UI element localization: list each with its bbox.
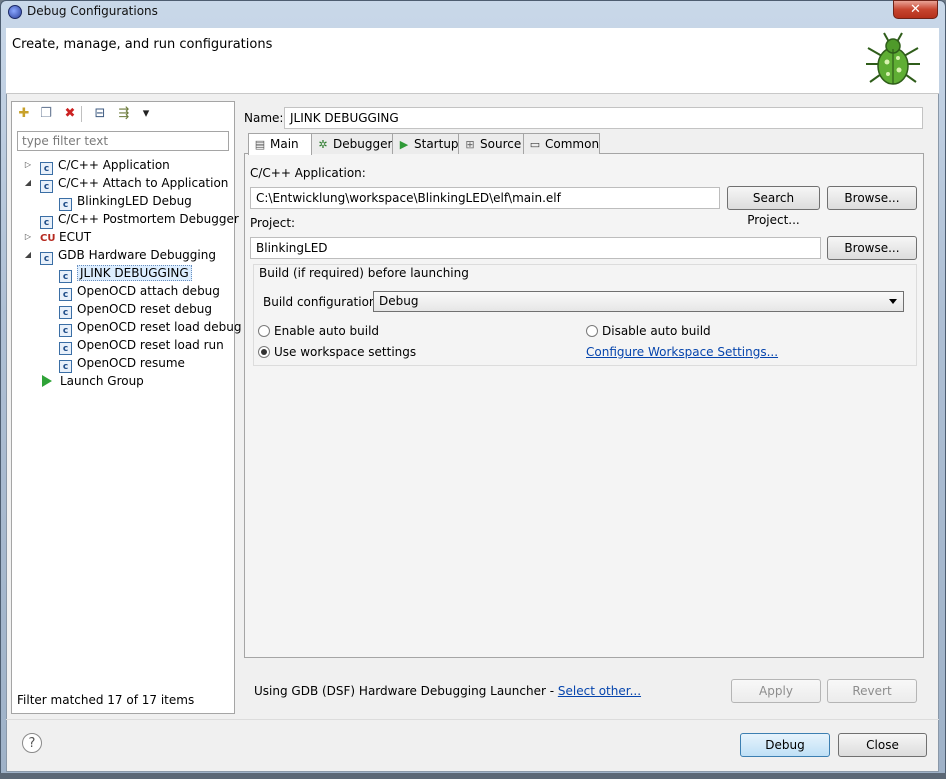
tree-item-label: BlinkingLED Debug: [77, 194, 192, 208]
revert-button[interactable]: Revert: [827, 679, 917, 703]
tree-toolbar: ✚ ❐ ✖ ⊟ ⇶ ▾: [15, 104, 165, 124]
tree-item-label: C/C++ Postmortem Debugger: [58, 212, 239, 226]
tree-item[interactable]: c OpenOCD reset load debug: [59, 318, 242, 337]
tree-item-label: OpenOCD attach debug: [77, 284, 220, 298]
tree-item[interactable]: ◢ c C/C++ Attach to Application: [25, 174, 229, 193]
tree-item[interactable]: c OpenOCD attach debug: [59, 282, 220, 301]
project-label: Project:: [250, 216, 296, 230]
disable-auto-build-radio[interactable]: [586, 325, 598, 337]
toolbar-separator: [81, 106, 82, 122]
use-workspace-settings-radio[interactable]: [258, 346, 270, 358]
tab-debugger[interactable]: ✲ Debugger: [311, 133, 393, 154]
name-field[interactable]: JLINK DEBUGGING: [284, 107, 923, 129]
debug-bug-icon: [866, 32, 920, 85]
window-close-button[interactable]: ✕: [893, 0, 938, 19]
tree-item[interactable]: ▷ c C/C++ Application: [25, 156, 170, 175]
use-workspace-settings-label: Use workspace settings: [274, 345, 417, 359]
debug-button[interactable]: Debug: [740, 733, 830, 757]
name-label: Name:: [244, 111, 284, 125]
header-title: Create, manage, and run configurations: [12, 37, 273, 52]
application-field[interactable]: C:\Entwicklung\workspace\BlinkingLED\elf…: [250, 187, 720, 209]
project-browse-button[interactable]: Browse...: [827, 236, 917, 260]
tree-item-label: Launch Group: [60, 374, 144, 388]
configure-workspace-settings-link[interactable]: Configure Workspace Settings...: [586, 345, 778, 359]
collapse-all-icon[interactable]: ⊟: [91, 105, 109, 123]
launch-group-icon: [42, 375, 52, 387]
chevron-down-icon: [889, 299, 897, 304]
tab-label: Startup: [414, 137, 459, 151]
tab-label: Source: [480, 137, 522, 151]
tree-item-label: C/C++ Application: [58, 158, 170, 172]
filter-status: Filter matched 17 of 17 items: [17, 693, 195, 707]
tree-item[interactable]: c JLINK DEBUGGING: [59, 264, 192, 283]
tree-item[interactable]: c OpenOCD reset debug: [59, 300, 212, 319]
tree-item[interactable]: ▷ CU ECUT: [25, 228, 92, 246]
window-title: Debug Configurations: [27, 4, 158, 18]
filter-icon[interactable]: ⇶: [115, 105, 133, 123]
search-project-button[interactable]: Search Project...: [727, 186, 820, 227]
launcher-info: Using GDB (DSF) Hardware Debugging Launc…: [254, 684, 641, 698]
tree-item[interactable]: c C/C++ Postmortem Debugger: [40, 210, 239, 229]
duplicate-icon[interactable]: ❐: [37, 105, 55, 123]
new-launch-configuration-icon[interactable]: ✚: [15, 105, 33, 123]
collapse-icon[interactable]: ◢: [23, 174, 33, 192]
taskbar-edge: [0, 773, 946, 779]
build-configuration-label: Build configuration:: [263, 295, 381, 309]
tab-startup[interactable]: ▶ Startup: [392, 133, 459, 154]
tree-item-label: C/C++ Attach to Application: [58, 176, 229, 190]
tab-strip: ▤ Main ✲ Debugger ▶ Startup ⊞ Source ▭ Common: [244, 133, 924, 155]
tab-source[interactable]: ⊞ Source: [458, 133, 524, 154]
expand-icon[interactable]: ▷: [23, 156, 33, 174]
tab-label: Main: [270, 137, 299, 151]
build-group-label: Build (if required) before launching: [259, 266, 469, 280]
tree-item[interactable]: ◢ c GDB Hardware Debugging: [25, 246, 216, 265]
application-label: C/C++ Application:: [250, 166, 366, 180]
project-field[interactable]: BlinkingLED: [250, 237, 821, 259]
chevron-down-icon[interactable]: ▾: [137, 105, 155, 123]
enable-auto-build-radio[interactable]: [258, 325, 270, 337]
help-icon[interactable]: ?: [22, 733, 42, 753]
tab-label: Debugger: [333, 137, 393, 151]
c-config-icon: c: [40, 252, 53, 265]
collapse-icon[interactable]: ◢: [23, 246, 33, 264]
tree-item[interactable]: c OpenOCD reset load run: [59, 336, 224, 355]
common-icon: ▭: [529, 138, 541, 151]
footer-separator: [6, 719, 939, 720]
tree-item-label: OpenOCD reset load debug: [77, 320, 242, 334]
tree-item[interactable]: c OpenOCD resume: [59, 354, 185, 373]
filter-input[interactable]: [17, 131, 229, 151]
application-browse-button[interactable]: Browse...: [827, 186, 917, 210]
eclipse-icon: [8, 5, 22, 19]
tree-item[interactable]: Launch Group: [40, 372, 144, 390]
disable-auto-build-label: Disable auto build: [602, 324, 711, 338]
apply-button[interactable]: Apply: [731, 679, 821, 703]
tree-item-label: ECUT: [59, 230, 92, 244]
build-configuration-select[interactable]: Debug: [373, 291, 904, 312]
tree-item-label: JLINK DEBUGGING: [77, 265, 192, 281]
tree-item-label: OpenOCD reset load run: [77, 338, 224, 352]
configuration-tree: ▷ c C/C++ Application ◢ c C/C++ Attach to App…: [15, 156, 242, 396]
expand-icon[interactable]: ▷: [23, 228, 33, 246]
tree-item-label: OpenOCD resume: [77, 356, 185, 370]
main-tab-icon: ▤: [254, 138, 266, 151]
tab-content-main: [244, 153, 924, 658]
source-icon: ⊞: [465, 138, 475, 151]
startup-play-icon: ▶: [399, 138, 409, 151]
tree-item-label: GDB Hardware Debugging: [58, 248, 216, 262]
tab-main[interactable]: ▤ Main: [248, 133, 312, 155]
tree-item-label: OpenOCD reset debug: [77, 302, 212, 316]
build-configuration-value: Debug: [379, 294, 419, 308]
delete-icon[interactable]: ✖: [61, 105, 79, 123]
launcher-text: Using GDB (DSF) Hardware Debugging Launc…: [254, 684, 558, 698]
tab-label: Common: [545, 137, 600, 151]
tree-item[interactable]: c BlinkingLED Debug: [59, 192, 192, 211]
enable-auto-build-label: Enable auto build: [274, 324, 380, 338]
close-button[interactable]: Close: [838, 733, 927, 757]
select-other-link[interactable]: Select other...: [558, 684, 641, 698]
debugger-bug-icon: ✲: [318, 138, 328, 151]
tab-common[interactable]: ▭ Common: [523, 133, 600, 154]
c-config-icon: c: [40, 180, 53, 193]
